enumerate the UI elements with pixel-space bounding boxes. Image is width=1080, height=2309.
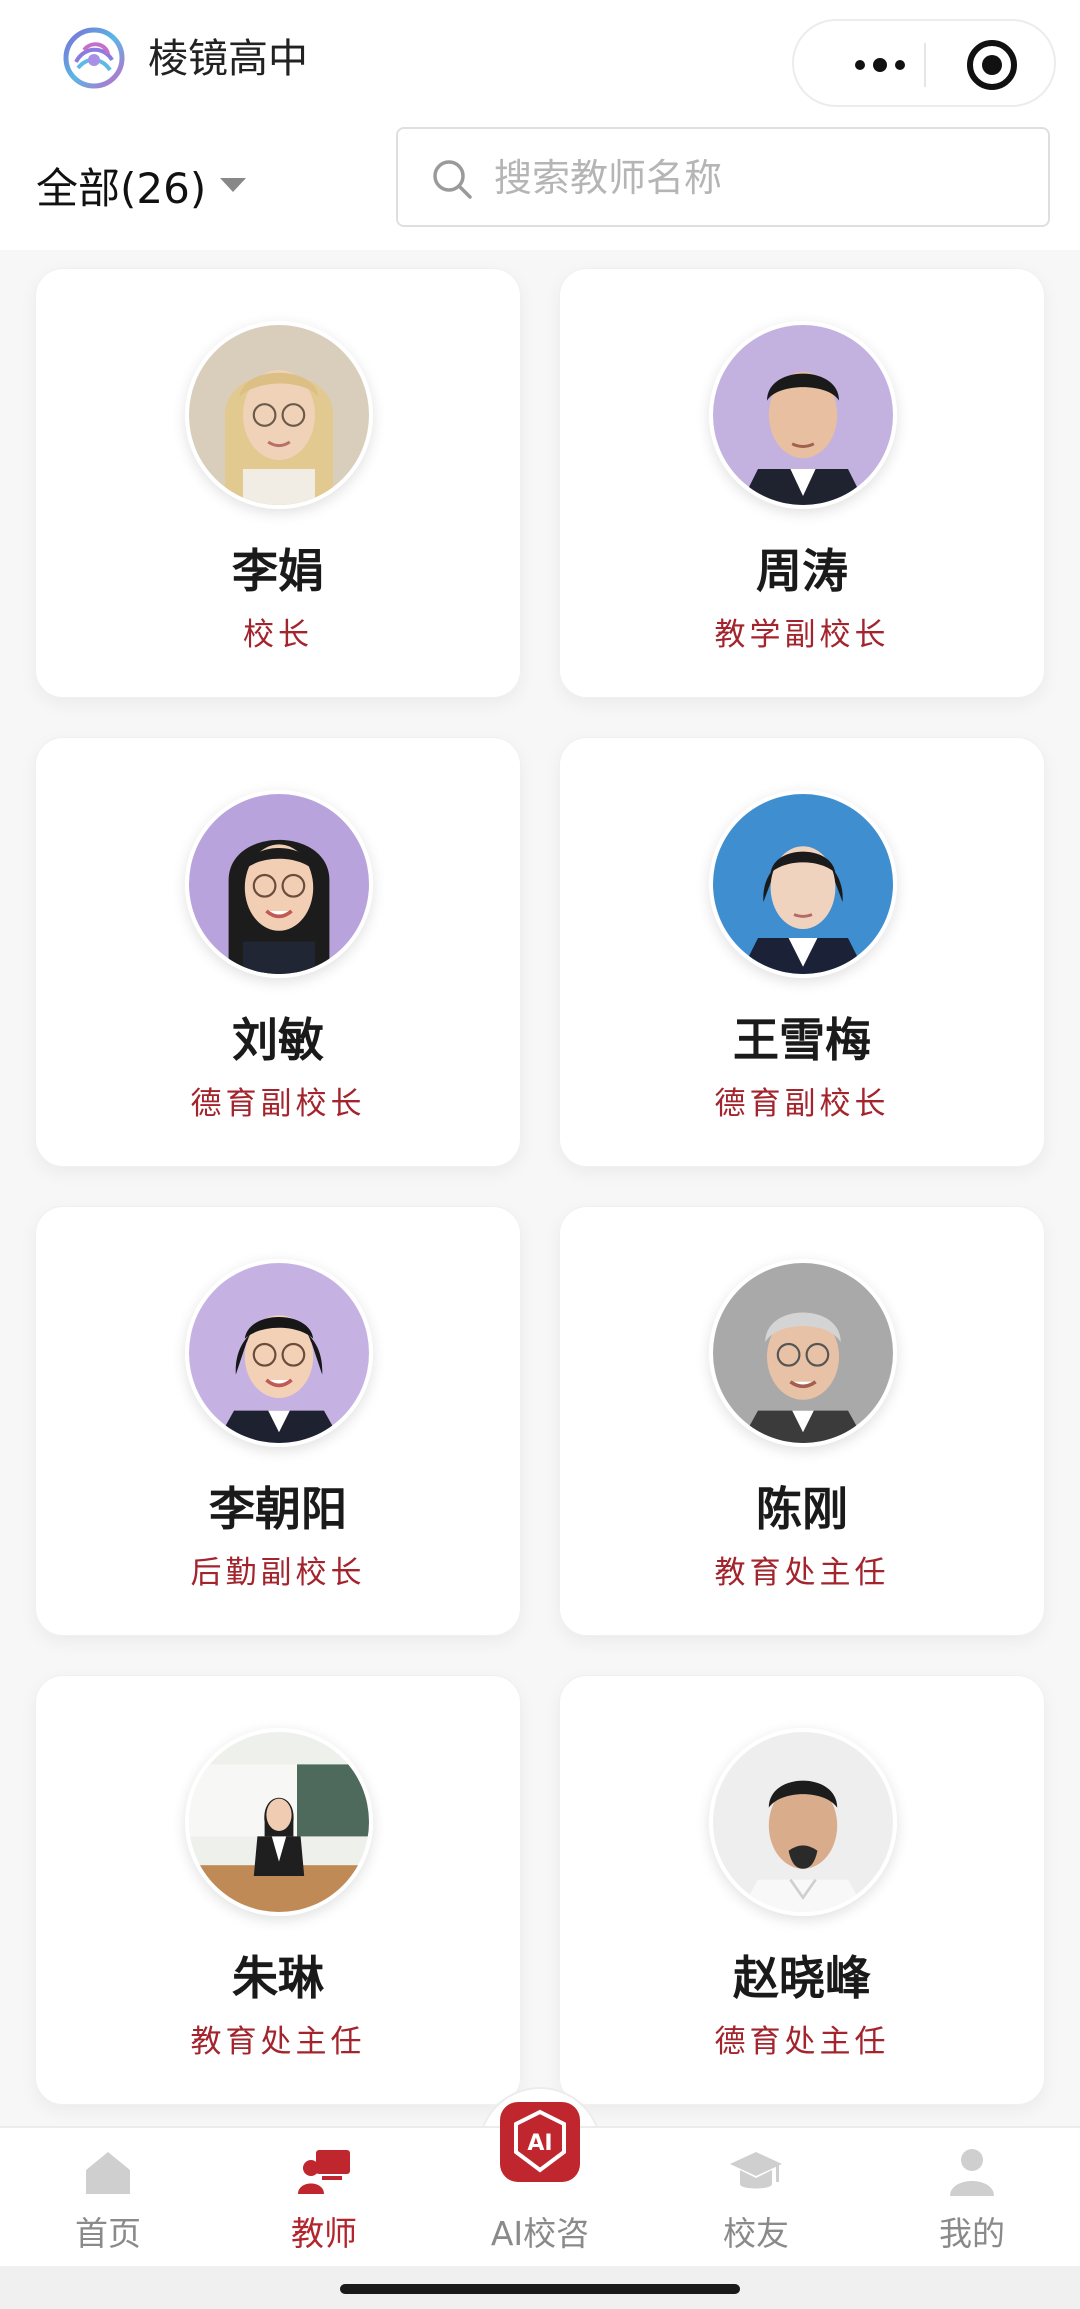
filter-label: 全部(26) — [36, 163, 207, 213]
tab-label: 我的 — [939, 2214, 1005, 2253]
teacher-avatar — [709, 1728, 897, 1916]
teacher-name: 朱琳 — [232, 1951, 324, 2005]
teacher-role: 教育处主任 — [190, 2024, 366, 2060]
teacher-name: 李朝阳 — [209, 1482, 347, 1536]
search-box[interactable] — [396, 127, 1050, 227]
teacher-avatar — [709, 321, 897, 509]
home-icon — [86, 2152, 130, 2194]
teacher-icon — [298, 2150, 350, 2194]
teacher-name: 刘敏 — [232, 1013, 324, 1067]
teacher-role: 教育处主任 — [714, 1555, 890, 1591]
filter-search-bar: 全部(26) — [0, 125, 1080, 250]
teacher-avatar — [185, 321, 373, 509]
tab-mine[interactable]: 我的 — [864, 2128, 1080, 2268]
teacher-role: 后勤副校长 — [190, 1555, 366, 1591]
home-indicator[interactable] — [340, 2284, 740, 2294]
teacher-role: 德育副校长 — [190, 1086, 366, 1122]
ai-icon[interactable]: AI — [500, 2102, 580, 2182]
teacher-avatar — [185, 790, 373, 978]
teacher-card[interactable]: 李娟 校长 — [35, 268, 521, 698]
capsule-divider — [924, 43, 926, 87]
teacher-name: 王雪梅 — [733, 1013, 871, 1067]
teacher-card[interactable]: 陈刚 教育处主任 — [559, 1206, 1045, 1636]
teacher-avatar — [709, 790, 897, 978]
teacher-card[interactable]: 刘敏 德育副校长 — [35, 737, 521, 1167]
teacher-role: 德育处主任 — [714, 2024, 890, 2060]
teacher-card[interactable]: 周涛 教学副校长 — [559, 268, 1045, 698]
mini-program-capsule — [792, 19, 1056, 107]
school-logo-icon — [63, 27, 125, 89]
teacher-card[interactable]: 李朝阳 后勤副校长 — [35, 1206, 521, 1636]
tab-label: 教师 — [291, 2214, 357, 2253]
caret-down-icon — [220, 178, 247, 192]
tab-home[interactable]: 首页 — [0, 2128, 216, 2268]
teacher-list-page: 棱镜高中 全部(26) 搜索教师名称 李娟 校长 周涛 教学副校长 刘敏 德育副… — [0, 0, 1080, 2309]
tab-label: AI校咨 — [490, 2214, 590, 2253]
more-options-icon[interactable] — [834, 47, 926, 83]
graduation-cap-icon — [730, 2152, 782, 2189]
teacher-avatar — [185, 1259, 373, 1447]
user-icon — [950, 2149, 994, 2196]
app-header: 棱镜高中 — [0, 0, 1080, 125]
teacher-card[interactable]: 朱琳 教育处主任 — [35, 1675, 521, 2105]
teacher-role: 教学副校长 — [714, 617, 890, 653]
teacher-name: 周涛 — [756, 544, 848, 598]
app-title: 棱镜高中 — [148, 36, 308, 82]
close-mini-program-icon[interactable] — [967, 40, 1017, 90]
teacher-avatar — [185, 1728, 373, 1916]
category-filter-dropdown[interactable]: 全部(26) — [36, 155, 247, 215]
search-input[interactable] — [494, 149, 1014, 207]
teacher-card[interactable]: 王雪梅 德育副校长 — [559, 737, 1045, 1167]
tab-label: 首页 — [75, 2214, 141, 2253]
teacher-name: 李娟 — [232, 544, 324, 598]
teacher-role: 德育副校长 — [714, 1086, 890, 1122]
teacher-name: 陈刚 — [756, 1482, 848, 1536]
tab-alumni[interactable]: 校友 — [648, 2128, 864, 2268]
tab-teacher[interactable]: 教师 — [216, 2128, 432, 2268]
tab-label: 校友 — [723, 2214, 789, 2253]
ai-badge-text: AI — [527, 2131, 552, 2156]
teacher-avatar — [709, 1259, 897, 1447]
teacher-grid: 李娟 校长 周涛 教学副校长 刘敏 德育副校长 王雪梅 德育副校长 李朝阳 后勤… — [0, 0, 1080, 2309]
teacher-name: 赵晓峰 — [733, 1951, 871, 2005]
teacher-card[interactable]: 赵晓峰 德育处主任 — [559, 1675, 1045, 2105]
teacher-role: 校长 — [243, 617, 313, 653]
search-icon — [433, 160, 472, 199]
